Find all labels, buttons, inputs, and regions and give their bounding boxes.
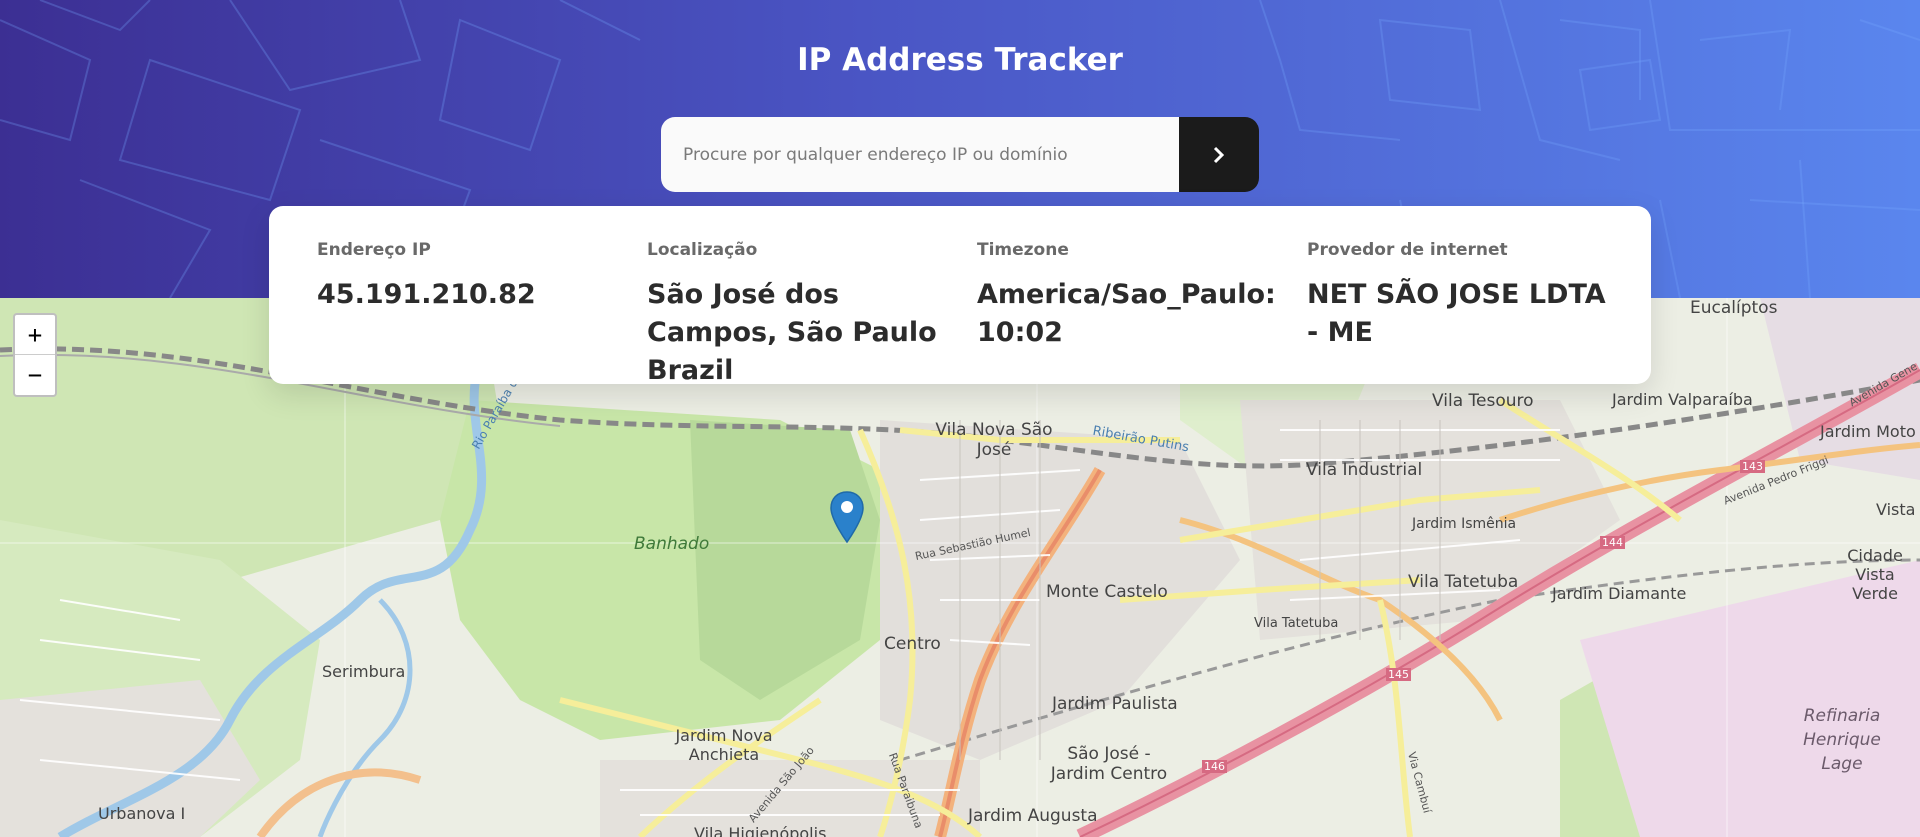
map-label-jardim-paulista: Jardim Paulista [1052,694,1178,714]
timezone-value: America/Sao_Paulo: 10:02 [977,279,1276,348]
map-label-jardim-diamante: Jardim Diamante [1552,584,1687,603]
map-label-jardim-valparaiba: Jardim Valparaíba [1612,390,1753,409]
map-label-vila-tesouro: Vila Tesouro [1432,391,1534,411]
map-label-jardim-augusta: Jardim Augusta [968,806,1098,826]
chevron-right-icon [1213,146,1225,163]
location-pin-icon[interactable] [829,490,865,544]
map-label-vila-higienopolis: Vila Higienópolis [694,824,827,837]
location-label: Localização [647,240,758,260]
map-label-monte-castelo: Monte Castelo [1046,582,1168,602]
map-label-road-146: 146 [1202,760,1227,773]
map-label-vila-nova-sao-jose: Vila Nova São José [935,420,1053,460]
map-label-jardim-ismenia: Jardim Ismênia [1412,516,1517,532]
search-input[interactable] [661,117,1179,192]
map-label-centro: Centro [884,634,941,654]
map-label-refinaria: Refinaria Henrique Lage [1803,706,1881,774]
map-label-vila-tatetuba-small: Vila Tatetuba [1254,616,1339,631]
map-label-eucaliptos: Eucalíptos [1690,298,1778,318]
map-label-jardim-nova-anchieta: Jardim Nova Anchieta [675,726,773,764]
map-label-road-144: 144 [1600,536,1625,549]
ip-address-value: 45.191.210.82 [317,279,536,310]
map-label-serimbura: Serimbura [322,662,406,681]
ip-address-label: Endereço IP [317,240,431,260]
map-label-jardim-moto: Jardim Moto [1820,422,1916,441]
map-label-road-145: 145 [1386,668,1411,681]
ip-info-card: Endereço IP 45.191.210.82 Localização Sã… [269,206,1651,386]
map-label-vista: Vista [1876,500,1916,519]
zoom-in-button[interactable]: + [15,315,55,355]
isp-value: NET SÃO JOSE LDTA - ME [1307,279,1606,348]
location-value: São José dos Campos, São Paulo Brazil [647,279,937,386]
map-zoom-control: + − [13,313,57,397]
map-label-sao-jose-jardim-centro: São José - Jardim Centro [1050,744,1168,784]
ip-address-stat: Endereço IP 45.191.210.82 [317,240,647,384]
map-label-vila-industrial: Vila Industrial [1306,460,1423,480]
isp-label: Provedor de internet [1307,240,1508,260]
map-label-banhado: Banhado [634,534,710,554]
map-label-road-143: 143 [1740,460,1765,473]
timezone-label: Timezone [977,240,1069,260]
map-label-vila-tatetuba: Vila Tatetuba [1408,572,1519,592]
location-stat: Localização São José dos Campos, São Pau… [647,240,977,386]
search-bar [661,117,1259,192]
page-title: IP Address Tracker [797,42,1123,78]
isp-stat: Provedor de internet NET SÃO JOSE LDTA -… [1307,240,1637,384]
zoom-out-button[interactable]: − [15,355,55,395]
map-label-cidade-vista-verde: Cidade Vista Verde [1847,546,1903,603]
timezone-stat: Timezone America/Sao_Paulo: 10:02 [977,240,1307,384]
map-label-urbanova: Urbanova I [98,804,186,823]
search-button[interactable] [1179,117,1259,192]
